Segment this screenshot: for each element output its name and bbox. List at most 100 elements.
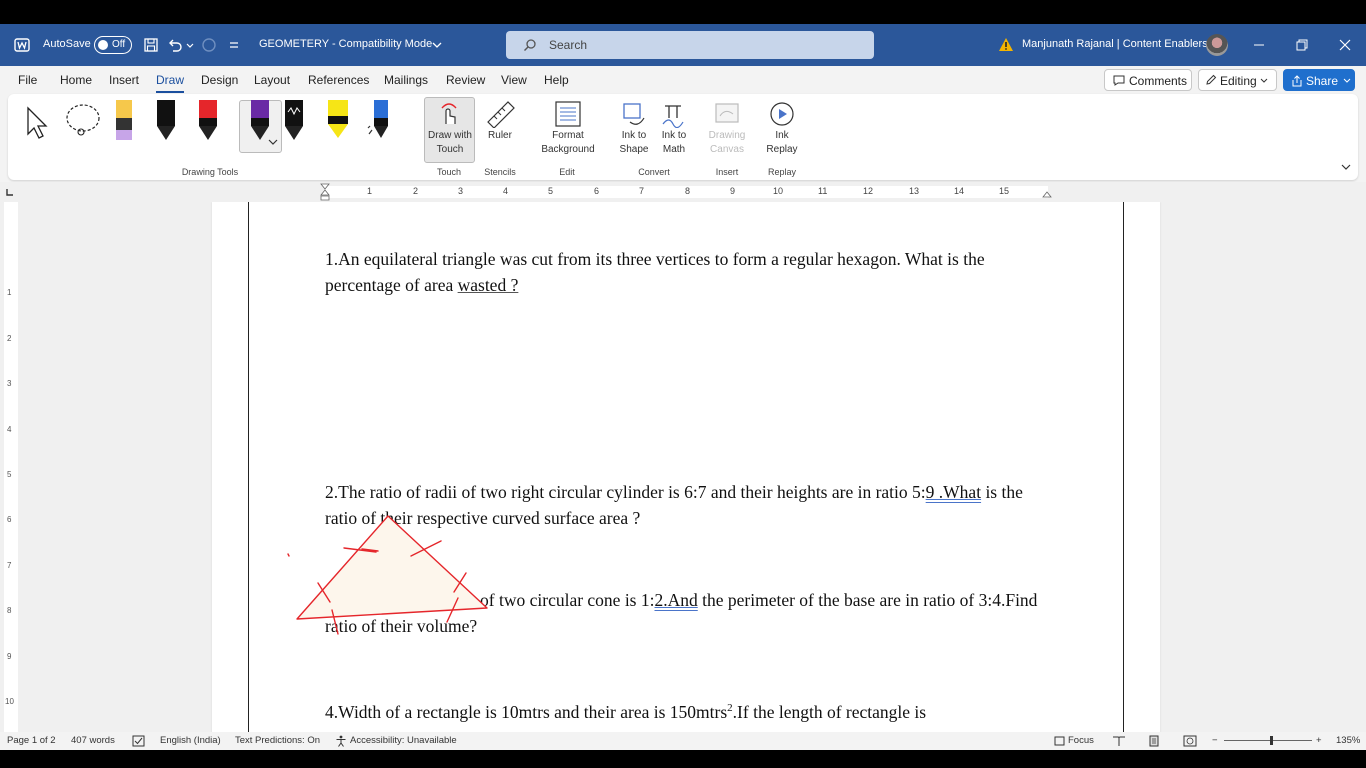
purple-pen-icon[interactable] <box>248 100 272 142</box>
black-pen-icon[interactable] <box>154 100 178 142</box>
question-1[interactable]: 1.An equilateral triangle was cut from i… <box>325 246 1055 298</box>
indent-marker-icon[interactable] <box>320 183 330 201</box>
vruler-number: 6 <box>7 515 12 524</box>
tab-selector-icon[interactable] <box>6 188 14 196</box>
action-pen-icon[interactable] <box>366 100 394 142</box>
redo-icon[interactable] <box>201 37 217 53</box>
ruler-number: 7 <box>639 186 645 196</box>
menu-bar: File Home Insert Draw Design Layout Refe… <box>0 66 1366 94</box>
tab-design[interactable]: Design <box>201 73 238 87</box>
zoom-out-button[interactable]: − <box>1212 735 1218 746</box>
tab-draw[interactable]: Draw <box>156 73 185 93</box>
print-layout-icon[interactable] <box>1147 735 1161 747</box>
document-workspace[interactable]: 1 2 3 4 5 6 7 8 9 10 1.An equilateral tr… <box>0 202 1366 732</box>
ink-replay-label-2: Replay <box>766 144 798 155</box>
comments-button[interactable]: Comments <box>1104 69 1192 91</box>
save-icon[interactable] <box>143 37 159 53</box>
share-label: Share <box>1306 74 1339 88</box>
group-label-touch: Touch <box>436 167 462 177</box>
autosave-label: AutoSave <box>43 38 91 50</box>
tab-insert[interactable]: Insert <box>109 73 139 87</box>
collapse-ribbon-icon[interactable] <box>1340 162 1352 172</box>
avatar[interactable] <box>1206 34 1228 56</box>
zoom-slider[interactable] <box>1224 740 1312 741</box>
question-3-grammar-flag: 2.And <box>654 590 698 610</box>
document-page[interactable]: 1.An equilateral triangle was cut from i… <box>212 202 1160 732</box>
close-icon[interactable] <box>1336 36 1354 54</box>
web-layout-icon[interactable] <box>1183 735 1197 747</box>
search-box[interactable]: Search <box>506 31 874 59</box>
tab-references[interactable]: References <box>308 73 369 87</box>
status-bar: Page 1 of 2 407 words English (India) Te… <box>0 732 1366 750</box>
tab-view[interactable]: View <box>501 73 527 87</box>
right-indent-marker-icon[interactable] <box>1042 190 1052 198</box>
language[interactable]: English (India) <box>160 735 221 746</box>
ink-replay-icon[interactable] <box>768 100 796 128</box>
ink-to-shape-icon[interactable] <box>620 100 648 128</box>
proofing-icon[interactable] <box>132 735 145 747</box>
editing-mode-button[interactable]: Editing <box>1198 69 1277 91</box>
share-icon <box>1292 75 1302 87</box>
text-predictions[interactable]: Text Predictions: On <box>235 735 320 746</box>
pencil-icon <box>1206 74 1217 85</box>
group-label-drawing-tools: Drawing Tools <box>181 167 239 177</box>
autosave-state: Off <box>112 39 126 50</box>
ruler-icon[interactable] <box>484 100 516 128</box>
title-bar: AutoSave Off GEOMETERY - Compatibility M… <box>0 24 1366 66</box>
tab-mailings[interactable]: Mailings <box>384 73 428 87</box>
vertical-ruler[interactable]: 1 2 3 4 5 6 7 8 9 10 <box>4 202 18 732</box>
yellow-highlighter-icon[interactable] <box>324 100 352 142</box>
tab-review[interactable]: Review <box>446 73 485 87</box>
ruler-number: 5 <box>548 186 554 196</box>
question-2-text-start: 2.The ratio of radii of two right circul… <box>325 482 926 502</box>
highlighter-pen-icon[interactable] <box>112 100 136 142</box>
ink-to-math-label-2: Math <box>662 144 686 155</box>
document-title[interactable]: GEOMETERY - Compatibility Mode <box>259 38 432 50</box>
drawing-canvas-icon <box>715 103 739 123</box>
ribbon: Drawing Tools Draw with Touch Touch Rule… <box>0 94 1366 182</box>
minimize-icon[interactable] <box>1250 36 1268 54</box>
undo-icon[interactable] <box>167 37 183 53</box>
zoom-slider-thumb[interactable] <box>1270 736 1273 745</box>
share-button[interactable]: Share <box>1283 69 1355 91</box>
accessibility-icon[interactable] <box>335 735 347 747</box>
galaxy-pen-icon[interactable] <box>282 100 306 142</box>
ink-to-shape-label-1: Ink to <box>621 130 647 141</box>
accessibility-status[interactable]: Accessibility: Unavailable <box>350 735 457 746</box>
restore-icon[interactable] <box>1293 36 1311 54</box>
group-label-insert: Insert <box>715 167 739 177</box>
ruler-number: 3 <box>458 186 464 196</box>
focus-icon[interactable] <box>1053 735 1066 747</box>
editing-label: Editing <box>1220 74 1257 88</box>
tab-layout[interactable]: Layout <box>254 73 290 87</box>
undo-dropdown-icon[interactable] <box>185 37 195 53</box>
lasso-select-icon[interactable] <box>63 102 103 138</box>
red-pen-icon[interactable] <box>196 100 220 142</box>
format-background-icon[interactable] <box>554 100 582 128</box>
read-mode-icon[interactable] <box>1112 735 1126 747</box>
ruler-bar: 1 2 3 4 5 6 7 8 9 10 11 12 13 14 15 <box>0 182 1366 202</box>
chevron-down-icon[interactable] <box>432 37 442 53</box>
chevron-down-icon <box>1260 78 1268 83</box>
page-count[interactable]: Page 1 of 2 <box>7 735 56 746</box>
user-name[interactable]: Manjunath Rajanal | Content Enablers <box>1022 38 1208 50</box>
zoom-level[interactable]: 135% <box>1336 735 1360 746</box>
ink-to-math-icon[interactable] <box>659 100 687 128</box>
warning-icon[interactable] <box>998 37 1014 53</box>
chevron-down-icon[interactable] <box>268 138 278 146</box>
tab-home[interactable]: Home <box>60 73 92 87</box>
zoom-in-button[interactable]: + <box>1316 735 1322 746</box>
vruler-number: 8 <box>7 606 12 615</box>
tab-file[interactable]: File <box>18 73 37 87</box>
autosave-toggle[interactable]: Off <box>94 36 132 54</box>
tab-help[interactable]: Help <box>544 73 569 87</box>
horizontal-ruler[interactable]: 1 2 3 4 5 6 7 8 9 10 11 12 13 14 15 <box>216 183 1160 201</box>
ink-drawing-triangle[interactable] <box>280 512 500 642</box>
focus-button[interactable]: Focus <box>1068 735 1094 746</box>
ink-to-shape-label-2: Shape <box>619 144 649 155</box>
touch-hand-icon <box>441 103 457 124</box>
question-4[interactable]: 4.Width of a rectangle is 10mtrs and the… <box>325 695 1055 725</box>
select-objects-icon[interactable] <box>22 104 52 140</box>
word-count[interactable]: 407 words <box>71 735 115 746</box>
customize-qat-icon[interactable] <box>228 37 240 53</box>
